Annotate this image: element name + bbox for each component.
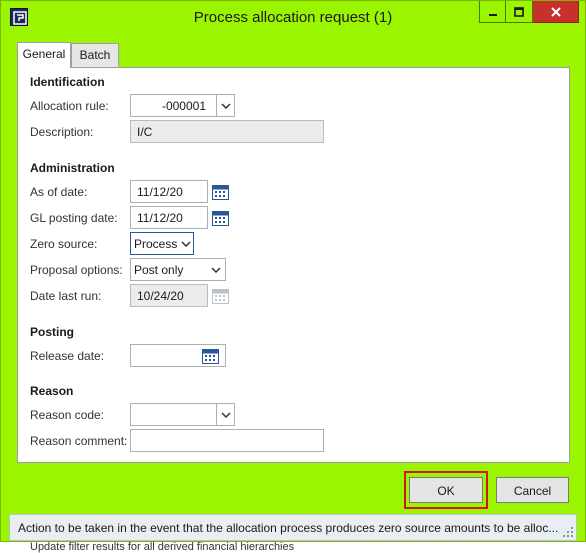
status-bar: Action to be taken in the event that the… (9, 514, 577, 541)
calendar-icon[interactable] (202, 348, 219, 364)
date-last-run-field: 10/24/20 (130, 284, 208, 307)
allocation-rule-value: -000001 (161, 99, 206, 113)
proposal-options-value: Post only (134, 263, 184, 277)
maximize-icon (514, 6, 524, 17)
background-window-text: Update filter results for all derived fi… (30, 541, 295, 553)
cancel-button[interactable]: Cancel (496, 477, 569, 503)
gl-posting-date-field[interactable]: 11/12/20 (130, 206, 208, 229)
allocation-rule-combobox[interactable]: -000001 (130, 94, 235, 117)
calendar-icon[interactable] (212, 210, 229, 226)
allocation-rule-dropdown-button[interactable] (216, 95, 234, 116)
zero-source-label: Zero source: (30, 237, 98, 251)
reason-code-combobox[interactable] (130, 403, 235, 426)
zero-source-select[interactable]: Process (130, 232, 194, 255)
dialog-window: Process allocation request (1) General B… (0, 0, 586, 542)
zero-source-dropdown-button[interactable] (179, 233, 193, 254)
reason-comment-label: Reason comment: (30, 434, 128, 448)
calendar-icon[interactable] (212, 184, 229, 200)
ok-button[interactable]: OK (409, 477, 483, 503)
tab-general[interactable]: General (17, 42, 71, 68)
calendar-icon (212, 289, 229, 304)
proposal-options-dropdown-button[interactable] (207, 259, 225, 280)
section-identification: Identification (30, 75, 105, 89)
as-of-date-label: As of date: (30, 185, 88, 199)
reason-comment-field[interactable] (130, 429, 324, 452)
title-bar[interactable]: Process allocation request (1) (1, 1, 585, 33)
as-of-date-field[interactable]: 11/12/20 (130, 180, 208, 203)
proposal-options-label: Proposal options: (30, 263, 123, 277)
close-button[interactable] (533, 1, 579, 23)
date-last-run-label: Date last run: (30, 289, 102, 303)
allocation-rule-label: Allocation rule: (30, 99, 109, 113)
zero-source-value: Process (134, 237, 178, 251)
status-text: Action to be taken in the event that the… (18, 521, 559, 535)
chevron-down-icon (211, 266, 221, 273)
description-label: Description: (30, 125, 94, 139)
section-posting: Posting (30, 325, 74, 339)
section-reason: Reason (30, 384, 74, 398)
description-field: I/C (130, 120, 324, 143)
tab-batch[interactable]: Batch (71, 43, 119, 67)
release-date-label: Release date: (30, 349, 105, 363)
minimize-icon (488, 13, 497, 16)
general-tab-panel: Identification Allocation rule: -000001 … (17, 67, 570, 463)
chevron-down-icon (220, 411, 231, 418)
chevron-down-icon (220, 102, 231, 109)
chevron-down-icon (181, 240, 191, 247)
dialog-body: General Batch Identification Allocation … (9, 34, 577, 467)
resize-grip-icon[interactable] (563, 527, 573, 537)
minimize-button[interactable] (479, 1, 506, 23)
gl-posting-date-label: GL posting date: (30, 211, 118, 225)
maximize-button[interactable] (506, 1, 533, 23)
reason-code-label: Reason code: (30, 408, 105, 422)
proposal-options-select[interactable]: Post only (130, 258, 226, 281)
close-icon (550, 6, 561, 17)
section-administration: Administration (30, 161, 115, 175)
reason-code-dropdown-button[interactable] (216, 404, 234, 425)
